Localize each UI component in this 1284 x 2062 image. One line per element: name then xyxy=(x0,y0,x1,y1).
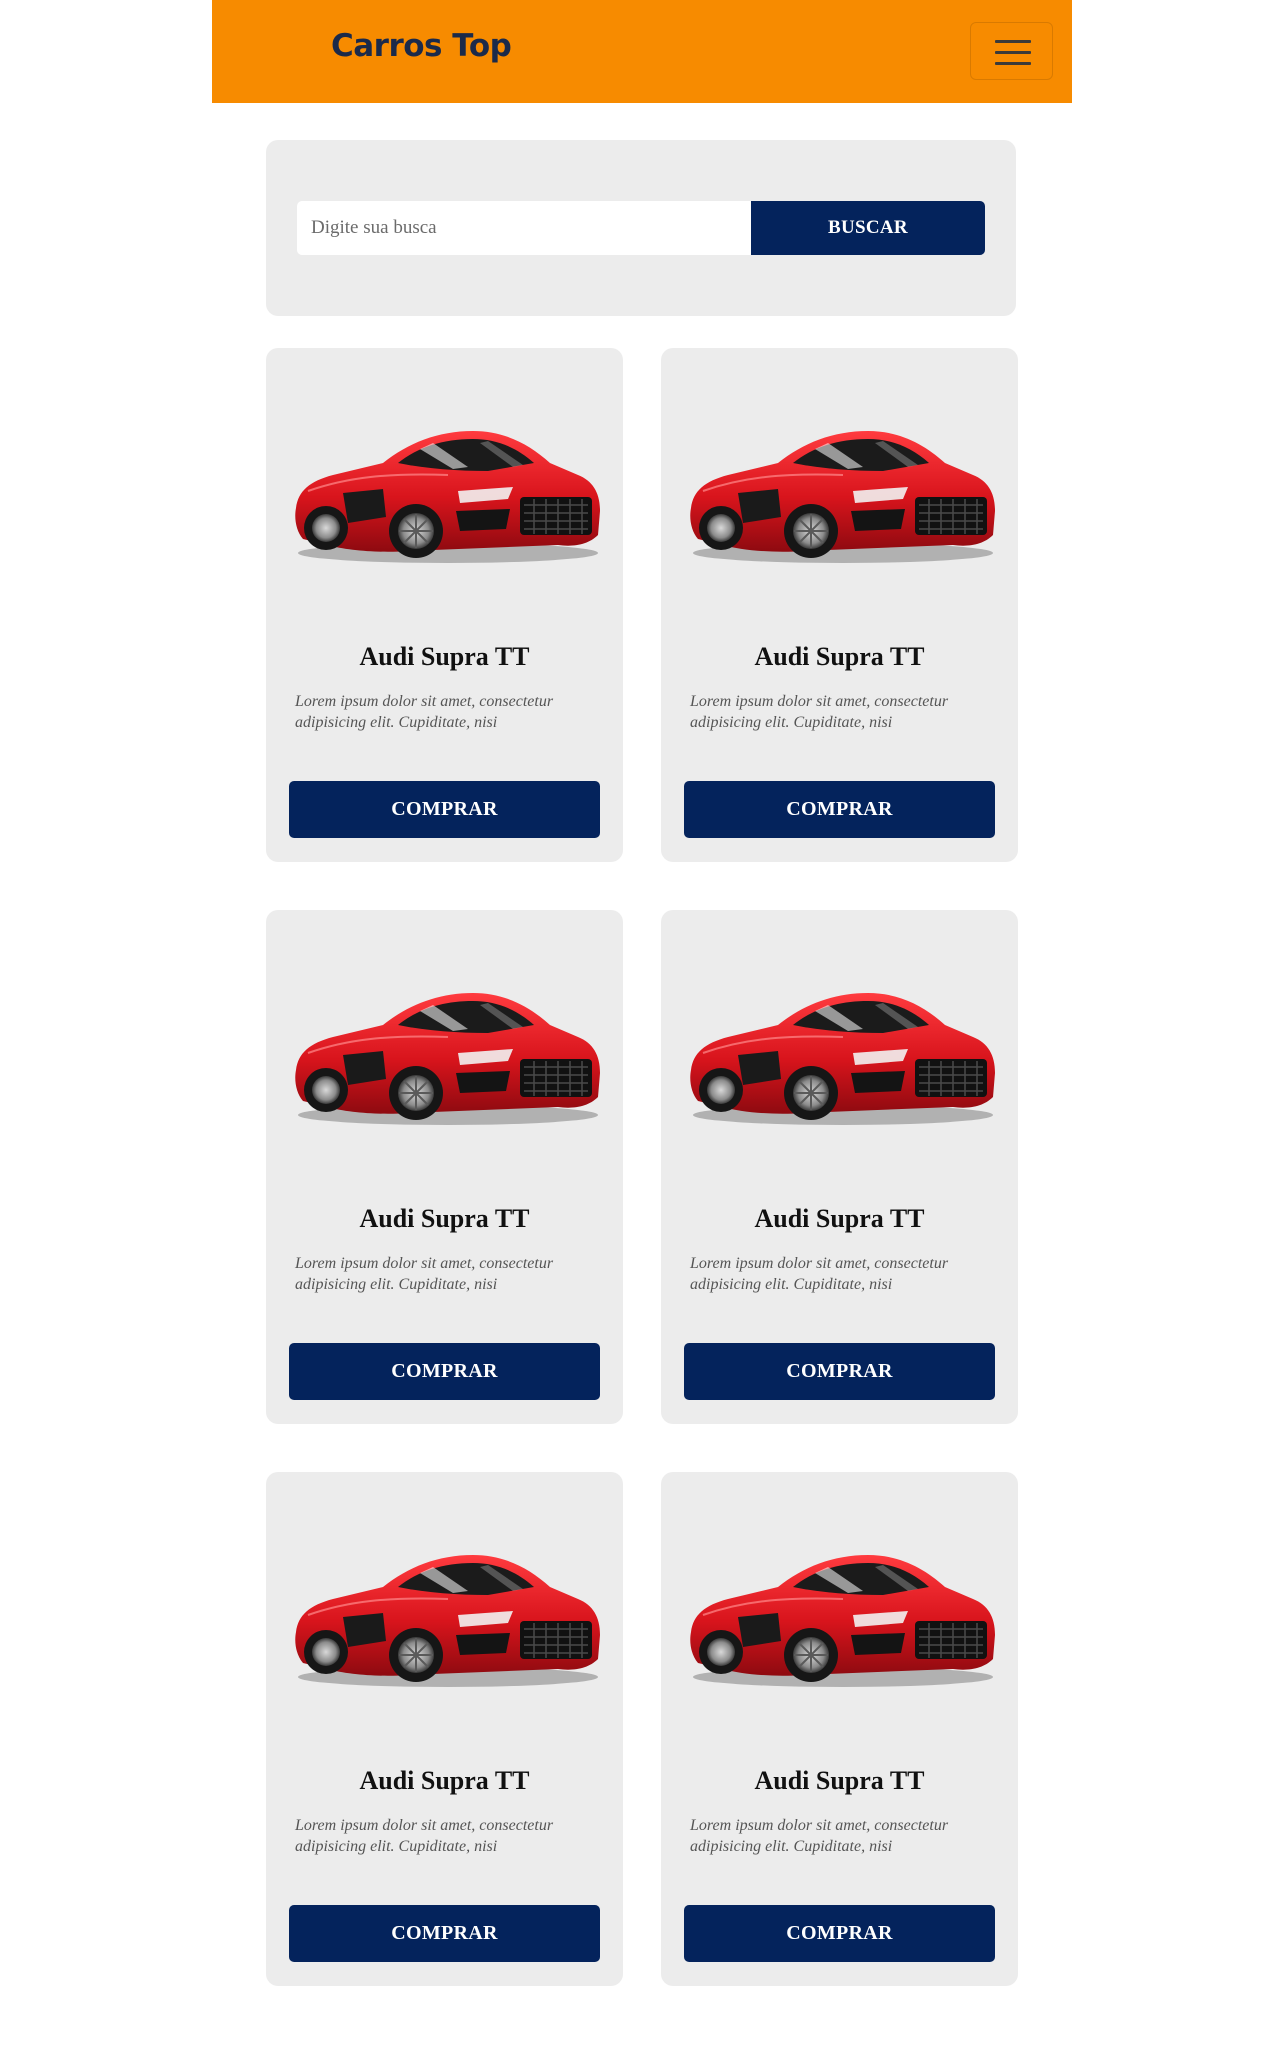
red-sports-car-image xyxy=(683,975,997,1135)
product-card: Audi Supra TT Lorem ipsum dolor sit amet… xyxy=(661,910,1018,1424)
product-card: Audi Supra TT Lorem ipsum dolor sit amet… xyxy=(661,1472,1018,1986)
product-card: Audi Supra TT Lorem ipsum dolor sit amet… xyxy=(661,348,1018,862)
buy-button[interactable]: COMPRAR xyxy=(684,1905,995,1962)
product-description: Lorem ipsum dolor sit amet, consectetur … xyxy=(690,693,949,731)
brand-logo[interactable]: Carros Top xyxy=(331,28,512,64)
product-card: Audi Supra TT Lorem ipsum dolor sit amet… xyxy=(266,910,623,1424)
product-title: Audi Supra TT xyxy=(754,1766,925,1795)
product-card: Audi Supra TT Lorem ipsum dolor sit amet… xyxy=(266,348,623,862)
product-description: Lorem ipsum dolor sit amet, consectetur … xyxy=(690,1255,949,1293)
navbar: Carros Top xyxy=(212,0,1072,103)
red-sports-car-image xyxy=(683,1537,997,1697)
buy-button[interactable]: COMPRAR xyxy=(289,1343,600,1400)
product-title: Audi Supra TT xyxy=(359,1766,530,1795)
red-sports-car-image xyxy=(288,1537,602,1697)
product-description: Lorem ipsum dolor sit amet, consectetur … xyxy=(295,693,554,731)
buy-button[interactable]: COMPRAR xyxy=(289,781,600,838)
search-button[interactable]: BUSCAR xyxy=(751,201,985,255)
red-sports-car-image xyxy=(288,413,602,573)
product-card: Audi Supra TT Lorem ipsum dolor sit amet… xyxy=(266,1472,623,1986)
product-title: Audi Supra TT xyxy=(359,642,530,671)
product-title: Audi Supra TT xyxy=(754,1204,925,1233)
red-sports-car-image xyxy=(683,413,997,573)
product-title: Audi Supra TT xyxy=(754,642,925,671)
product-title: Audi Supra TT xyxy=(359,1204,530,1233)
buy-button[interactable]: COMPRAR xyxy=(684,1343,995,1400)
product-description: Lorem ipsum dolor sit amet, consectetur … xyxy=(690,1817,949,1855)
product-description: Lorem ipsum dolor sit amet, consectetur … xyxy=(295,1255,554,1293)
product-description: Lorem ipsum dolor sit amet, consectetur … xyxy=(295,1817,554,1855)
buy-button[interactable]: COMPRAR xyxy=(289,1905,600,1962)
red-sports-car-image xyxy=(288,975,602,1135)
search-panel: BUSCAR xyxy=(266,140,1016,316)
search-input[interactable] xyxy=(297,201,751,255)
menu-toggle-button[interactable] xyxy=(970,22,1053,80)
buy-button[interactable]: COMPRAR xyxy=(684,781,995,838)
